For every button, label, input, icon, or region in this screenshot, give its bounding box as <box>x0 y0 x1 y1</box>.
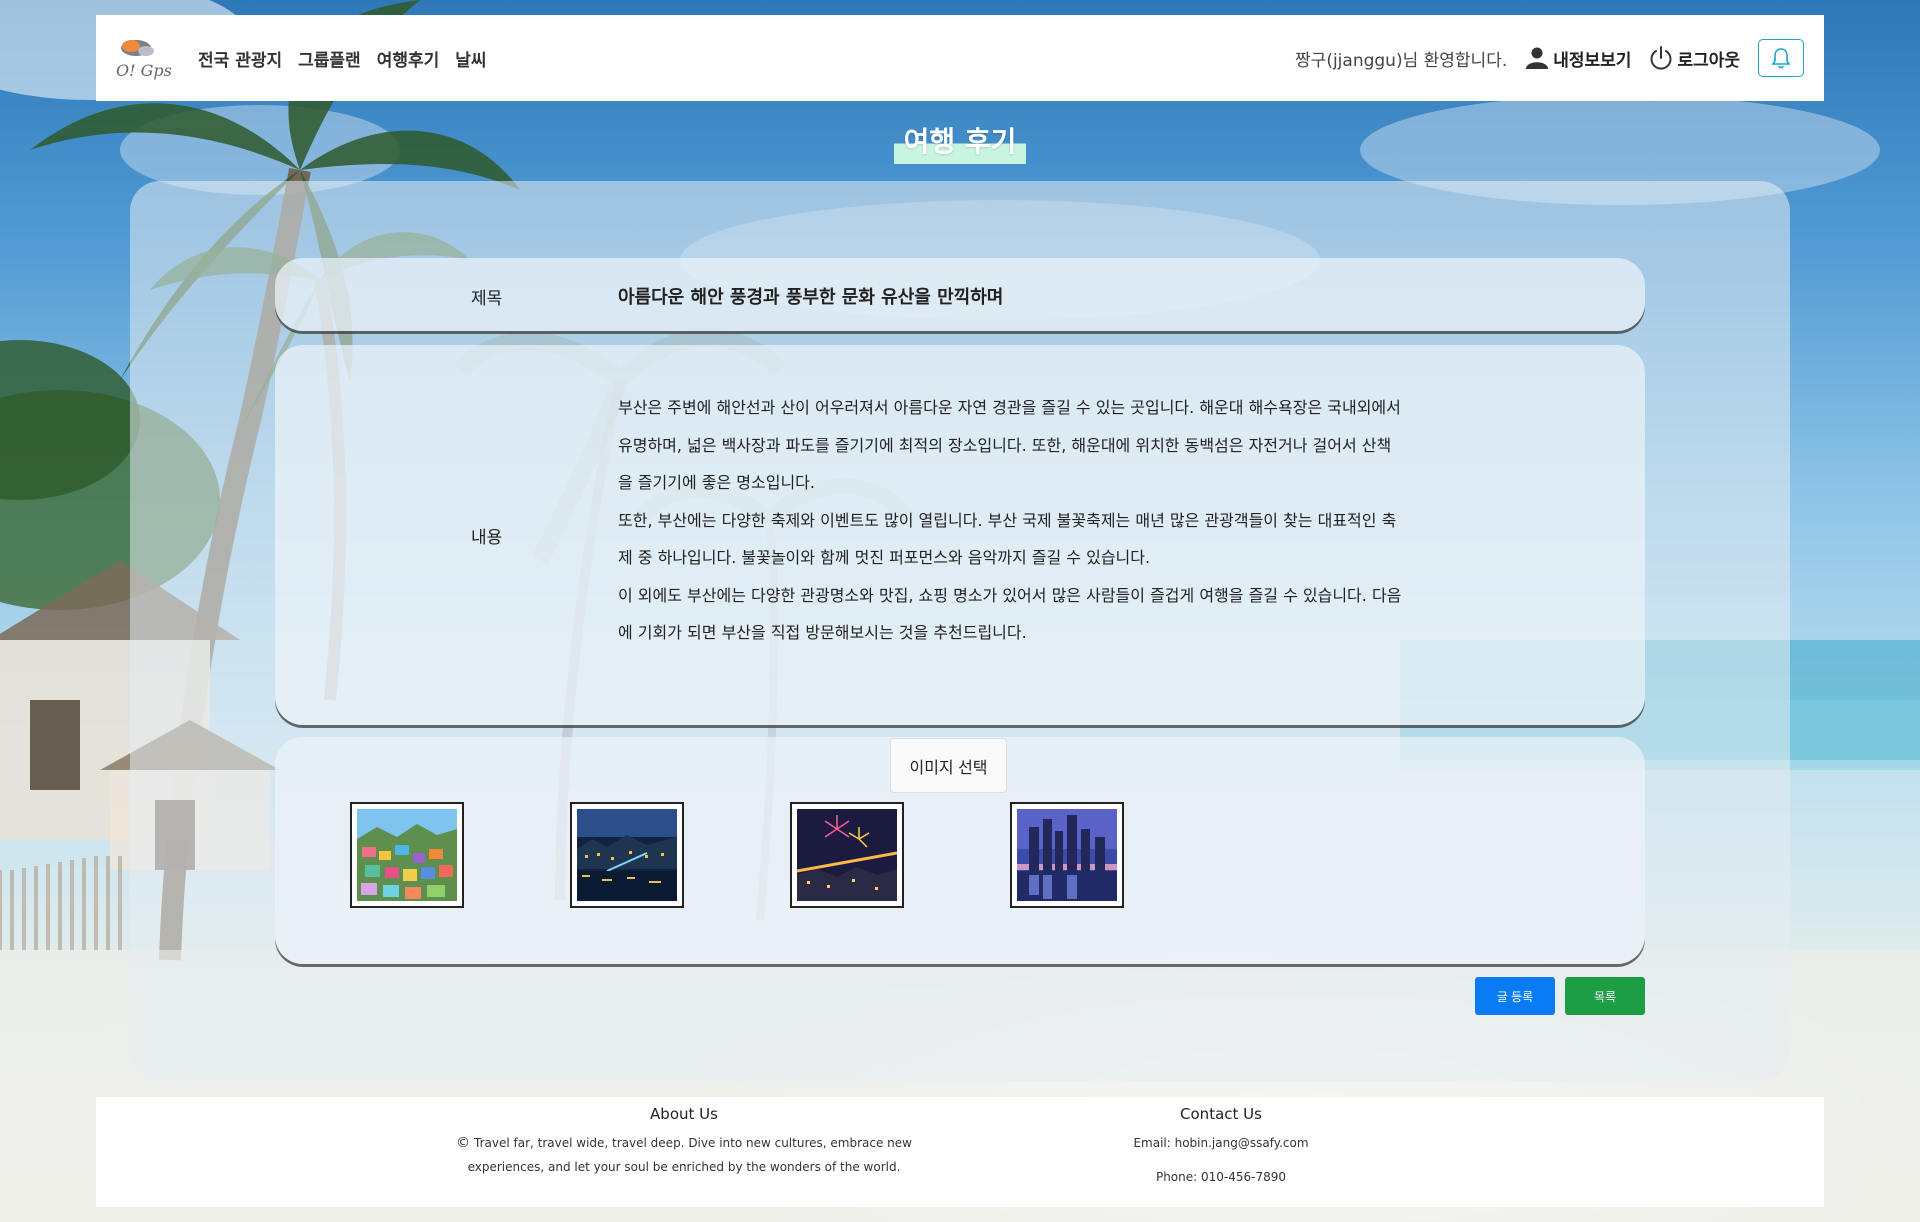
top-navbar: O! Gps 전국 관광지 그룹플랜 여행후기 날씨 짱구(jjanggu)님 … <box>96 15 1824 101</box>
logo-icon <box>121 39 154 56</box>
image-thumbnail[interactable] <box>1010 802 1124 908</box>
about-heading: About Us <box>650 1105 718 1123</box>
notification-button[interactable] <box>1758 39 1804 77</box>
contact-heading: Contact Us <box>1180 1105 1262 1123</box>
fireworks-bridge-thumbnail <box>797 809 897 901</box>
content-field[interactable]: 부산은 주변에 해안선과 산이 어우러져서 아름다운 자연 경관을 즐길 수 있… <box>618 389 1508 652</box>
welcome-message: 짱구(jjanggu)님 환영합니다. <box>1295 50 1508 71</box>
title-label: 제목 <box>471 289 503 309</box>
contact-phone: Phone: 010-456-7890 <box>1155 1170 1287 1184</box>
page-title-wrap: 여행 후기 <box>0 118 1920 164</box>
content-line: 에 기회가 되면 부산을 직접 방문해보시는 것을 추천드립니다. <box>618 623 1027 642</box>
nav-travel-reviews[interactable]: 여행후기 <box>377 46 440 71</box>
list-button[interactable]: 목록 <box>1565 977 1645 1015</box>
harbor-night-thumbnail <box>577 809 677 901</box>
nav-weather[interactable]: 날씨 <box>455 46 486 71</box>
footer-about: About Us © Travel far, travel wide, trave… <box>434 1105 934 1179</box>
footer: About Us © Travel far, travel wide, trave… <box>96 1097 1824 1207</box>
footer-contact: Contact Us Email: hobin.jang@ssafy.com P… <box>1056 1105 1386 1189</box>
logo[interactable]: O! Gps <box>116 37 184 80</box>
header-user-area: 짱구(jjanggu)님 환영합니다. 내정보보기 로그아웃 <box>1295 39 1804 77</box>
image-thumbnail[interactable] <box>790 802 904 908</box>
my-info-label: 내정보보기 <box>1553 50 1632 71</box>
image-thumbnail[interactable] <box>570 802 684 908</box>
colorful-village-thumbnail <box>357 809 457 901</box>
logo-text: O! Gps <box>116 60 172 80</box>
image-thumbnail[interactable] <box>350 802 464 908</box>
content-line: 부산은 주변에 해안선과 산이 어우러져서 아름다운 자연 경관을 즐길 수 있… <box>618 398 1401 417</box>
my-info-link[interactable]: 내정보보기 <box>1525 46 1631 71</box>
page-title: 여행 후기 <box>893 118 1027 164</box>
content-line: 또한, 부산에는 다양한 축제와 이벤트도 많이 열립니다. 부산 국제 불꽃축… <box>618 510 1397 530</box>
image-select-button[interactable]: 이미지 선택 <box>890 738 1007 793</box>
title-field[interactable]: 아름다운 해안 풍경과 풍부한 문화 유산을 만끽하며 <box>618 283 1003 309</box>
content-line: 을 즐기기에 좋은 명소입니다. <box>618 473 815 492</box>
logout-link[interactable]: 로그아웃 <box>1649 45 1740 71</box>
main-nav: 전국 관광지 그룹플랜 여행후기 날씨 <box>198 46 487 71</box>
person-icon <box>1526 47 1549 69</box>
content-line: 유명하며, 넓은 백사장과 파도를 즐기기에 최적의 장소입니다. 또한, 해운… <box>618 435 1392 455</box>
logout-label: 로그아웃 <box>1677 50 1740 71</box>
bell-icon <box>1771 48 1791 69</box>
register-button[interactable]: 글 등록 <box>1475 977 1555 1015</box>
contact-email: Email: hobin.jang@ssafy.com <box>1133 1136 1309 1150</box>
title-row: 제목 아름다운 해안 풍경과 풍부한 문화 유산을 만끽하며 <box>275 258 1645 331</box>
content-line: 이 외에도 부산에는 다양한 관광명소와 맛집, 쇼핑 명소가 있어서 많은 사… <box>618 585 1402 605</box>
copyright-icon: © <box>456 1135 471 1151</box>
content-label: 내용 <box>471 528 503 548</box>
about-text-wrap: © Travel far, travel wide, travel deep. D… <box>434 1131 934 1179</box>
skyline-dusk-thumbnail <box>1017 809 1117 901</box>
image-row: 이미지 선택 <box>275 737 1645 964</box>
review-form-panel: 제목 아름다운 해안 풍경과 풍부한 문화 유산을 만끽하며 내용 부산은 주변… <box>130 181 1790 1081</box>
nav-group-plan[interactable]: 그룹플랜 <box>298 46 361 71</box>
content-line: 제 중 하나입니다. 불꽃놀이와 함께 멋진 퍼포먼스와 음악까지 즐길 수 있… <box>618 548 1151 567</box>
nav-attractions[interactable]: 전국 관광지 <box>198 46 282 71</box>
power-icon <box>1650 46 1672 70</box>
content-row: 내용 부산은 주변에 해안선과 산이 어우러져서 아름다운 자연 경관을 즐길 … <box>275 345 1645 725</box>
about-text: Travel far, travel wide, travel deep. Di… <box>467 1136 912 1174</box>
